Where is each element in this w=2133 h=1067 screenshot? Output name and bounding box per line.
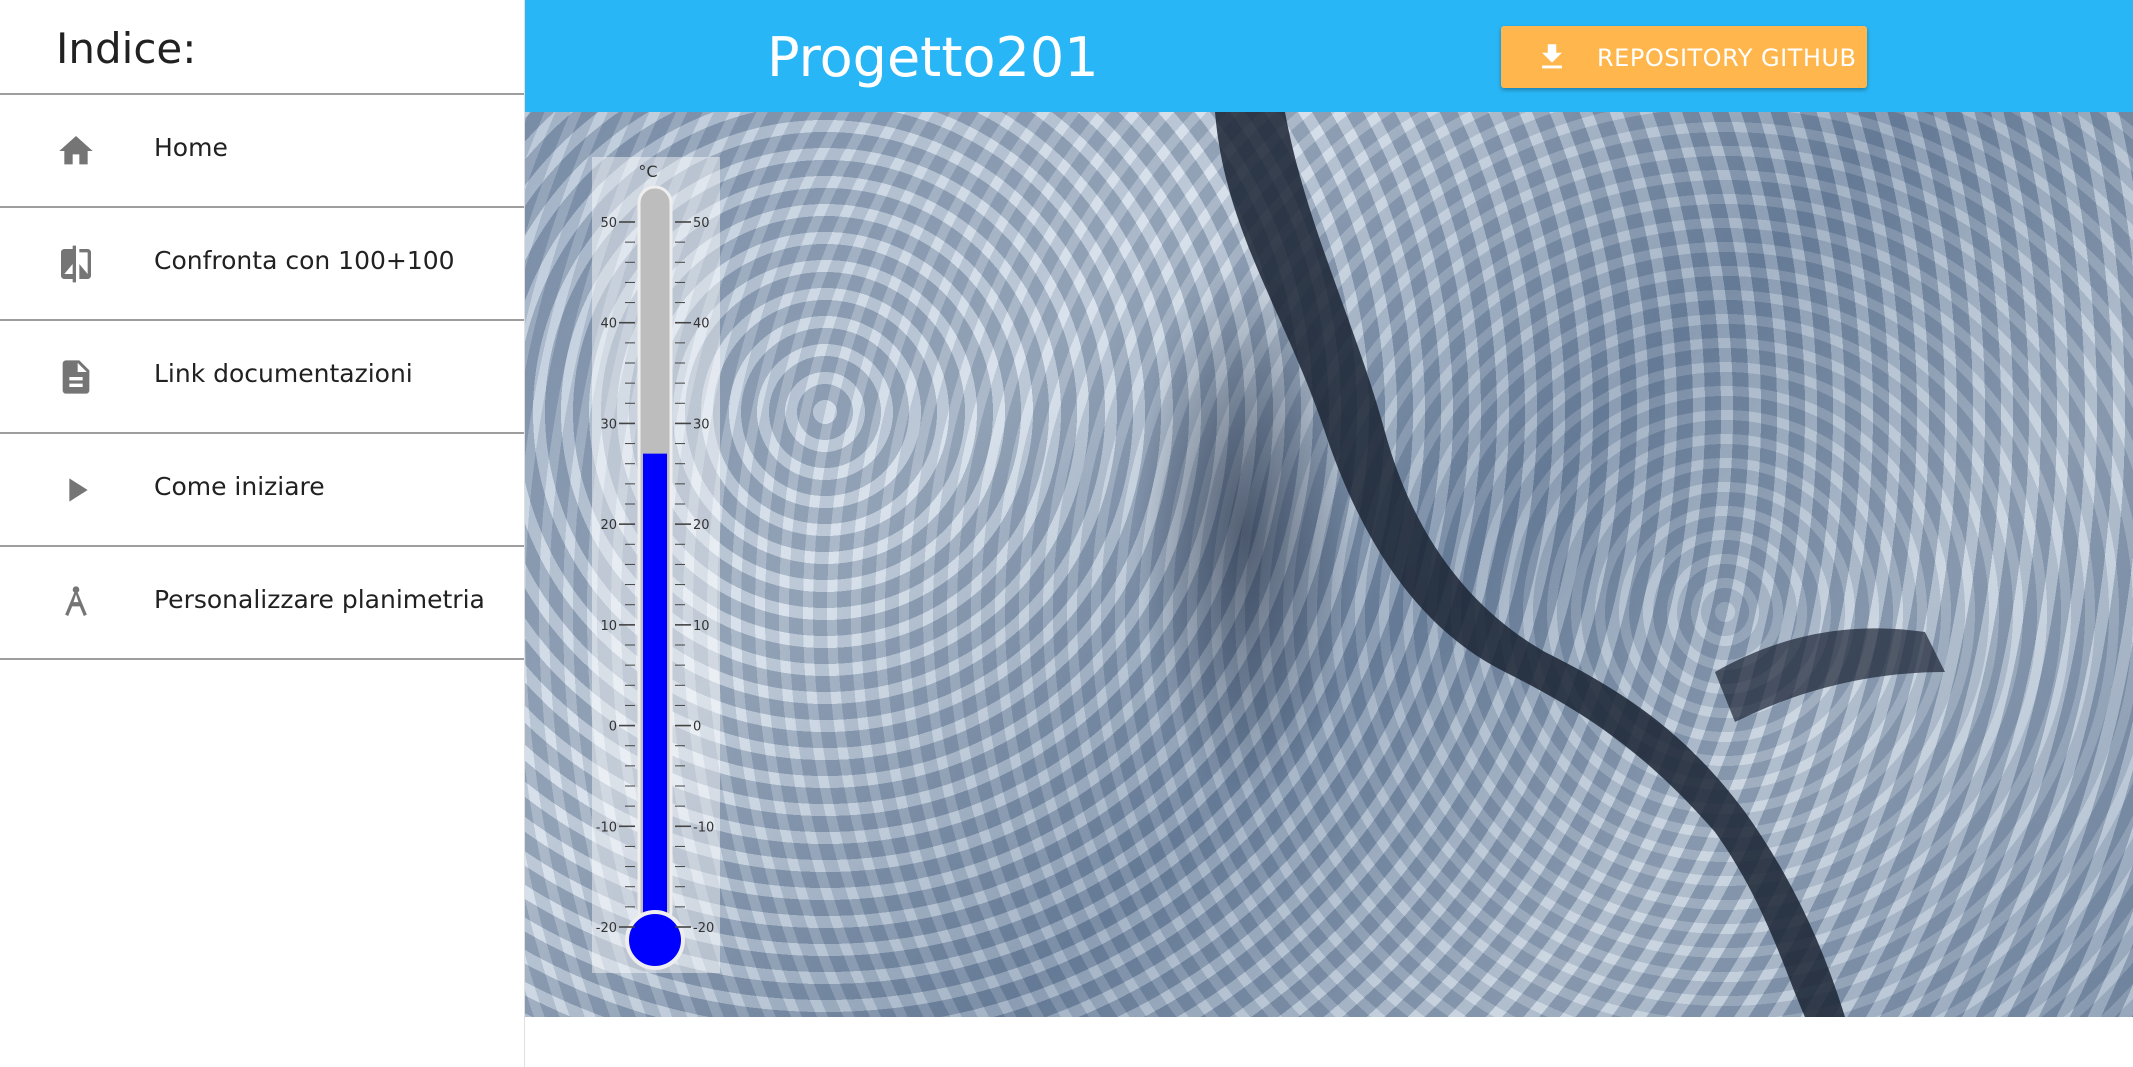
compare-icon (56, 244, 96, 284)
scale-tick-label: 50 (600, 216, 617, 231)
play-icon (56, 470, 96, 510)
scale-tick-label: -10 (693, 820, 714, 835)
thermometer-bulb (625, 910, 685, 970)
scale-tick-label: 40 (600, 317, 617, 332)
thermometer-mercury (643, 453, 667, 937)
scale-tick-label: 50 (693, 216, 710, 231)
scale-tick-label: 30 (693, 417, 710, 432)
thermometer: °C 50 50 40 40 30 30 20 20 10 10 0 0 -10 -10 -20 -20 (592, 157, 720, 973)
app-bar: Progetto201 REPOSITORY GITHUB (525, 0, 2133, 112)
download-icon (1535, 40, 1569, 74)
sidebar-item-label: Come iniziare (154, 472, 325, 501)
sidebar-item-label: Link documentazioni (154, 359, 413, 388)
github-button-label: REPOSITORY GITHUB (1597, 44, 1857, 72)
sidebar: Indice: Home Confronta con 100+100 Link … (0, 0, 525, 1067)
sidebar-item-label: Home (154, 133, 228, 162)
sidebar-item-label: Confronta con 100+100 (154, 246, 455, 275)
scale-tick-label: 0 (693, 720, 701, 735)
home-icon (56, 131, 96, 171)
hero-image: °C 50 50 40 40 30 30 20 20 10 10 0 0 -10 -10 -20 -20 (525, 112, 2133, 1017)
scale-tick-label: 10 (693, 619, 710, 634)
sidebar-title: Indice: (56, 24, 197, 73)
sidebar-item-home[interactable]: Home (0, 95, 524, 208)
scale-tick-label: 20 (693, 518, 710, 533)
sidebar-item-documentazioni[interactable]: Link documentazioni (0, 321, 524, 434)
page-title: Progetto201 (767, 26, 1099, 89)
scale-tick-label: 10 (600, 619, 617, 634)
sidebar-item-label: Personalizzare planimetria (154, 585, 485, 614)
compass-icon (56, 583, 96, 623)
sidebar-nav: Home Confronta con 100+100 Link document… (0, 95, 524, 660)
scale-tick-label: 20 (600, 518, 617, 533)
scale-tick-label: 40 (693, 317, 710, 332)
sidebar-item-planimetria[interactable]: Personalizzare planimetria (0, 547, 524, 660)
scale-tick-label: -20 (596, 921, 617, 936)
scale-tick-label: 30 (600, 417, 617, 432)
github-repository-button[interactable]: REPOSITORY GITHUB (1501, 26, 1867, 88)
thermometer-unit: °C (638, 162, 657, 181)
scale-tick-label: 0 (609, 720, 617, 735)
sidebar-item-confronta[interactable]: Confronta con 100+100 (0, 208, 524, 321)
scale-tick-label: -20 (693, 921, 714, 936)
scale-tick-label: -10 (596, 820, 617, 835)
document-icon (56, 357, 96, 397)
sidebar-item-come-iniziare[interactable]: Come iniziare (0, 434, 524, 547)
snowy-forest-illustration (1215, 112, 1945, 1017)
